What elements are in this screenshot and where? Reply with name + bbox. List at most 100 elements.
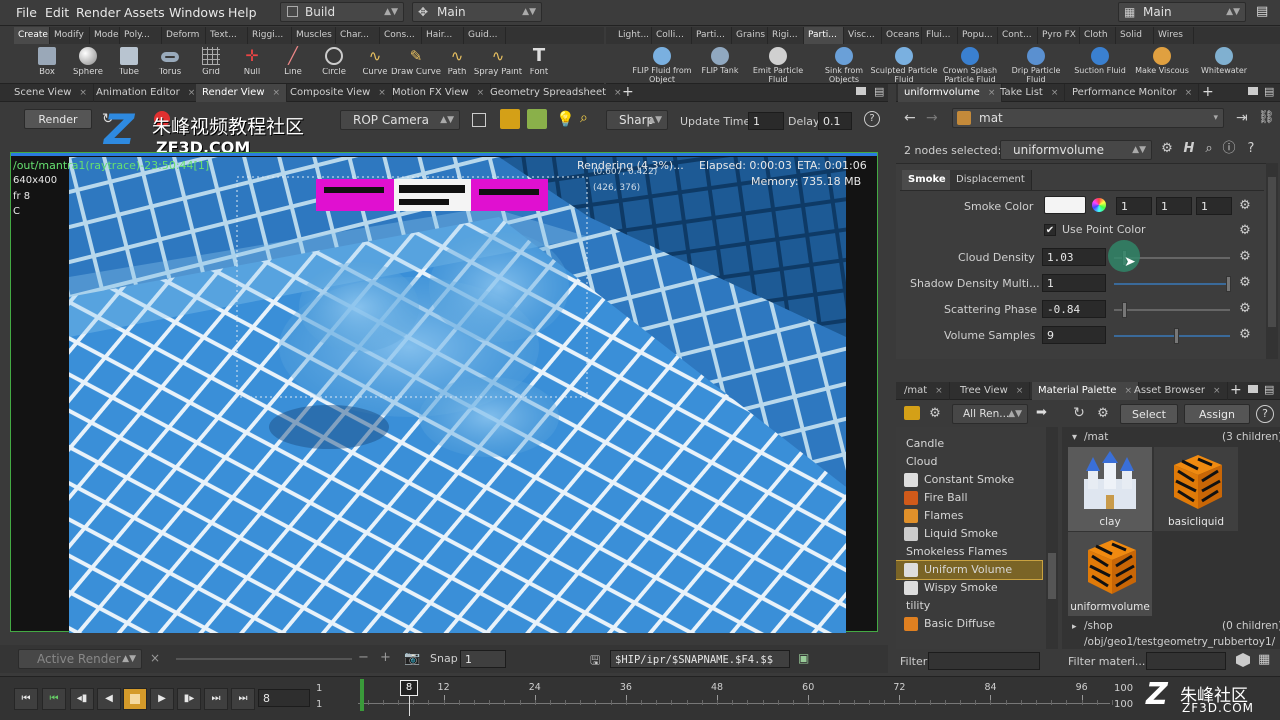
tool-box[interactable]: Box bbox=[26, 44, 68, 84]
category-candle[interactable]: Candle bbox=[896, 435, 1042, 453]
light-bulb-icon[interactable]: 💡 bbox=[556, 110, 575, 128]
material-item-fire-ball[interactable]: Fire Ball bbox=[896, 489, 1042, 507]
add-param-tab-icon[interactable]: + bbox=[1202, 84, 1214, 100]
camera-snapshot-icon[interactable]: 📷 bbox=[404, 651, 420, 666]
filter-dropdown[interactable]: Sharp ▲▼ bbox=[606, 110, 668, 130]
tab-motion-fx-view[interactable]: Motion FX View × bbox=[386, 84, 492, 102]
material-item-basic-diffuse[interactable]: Basic Diffuse bbox=[896, 615, 1042, 633]
preview-icon[interactable] bbox=[500, 109, 520, 129]
shelf-tab-muscles[interactable]: Muscles bbox=[292, 27, 336, 44]
tab-material-palette[interactable]: Material Palette × bbox=[1032, 382, 1139, 400]
shelf-tab2-wires-14[interactable]: Wires bbox=[1154, 27, 1194, 44]
end-frame-2[interactable]: 100 bbox=[1114, 699, 1133, 710]
delay-field[interactable]: 0.1 bbox=[818, 112, 852, 130]
tab-uniformvolume[interactable]: uniformvolume × bbox=[898, 84, 1003, 102]
snap-path-field[interactable]: $HIP/ipr/$SNAPNAME.$F4.$$ bbox=[610, 650, 790, 668]
tool2-drip-particle-fluid[interactable]: Drip Particle Fluid bbox=[1008, 44, 1064, 84]
material-item-wispy-smoke[interactable]: Wispy Smoke bbox=[896, 579, 1042, 597]
cube-view-icon[interactable] bbox=[1236, 653, 1250, 667]
renderer-filter-dropdown[interactable]: All Ren... ▲▼ bbox=[952, 404, 1028, 424]
jump-start-button[interactable]: ⏮ bbox=[14, 688, 38, 710]
pane-menu-icon-viewer[interactable]: ▤ bbox=[874, 85, 884, 98]
smoke-color-swatch[interactable] bbox=[1044, 196, 1086, 214]
menu-file[interactable]: File bbox=[16, 5, 37, 20]
plus-icon[interactable]: + bbox=[380, 650, 391, 665]
use-point-color-gear-icon[interactable]: ⚙ bbox=[1238, 224, 1252, 238]
shelf-tab2-oceans-7[interactable]: Oceans bbox=[882, 27, 922, 44]
tab-scene-view[interactable]: Scene View × bbox=[8, 84, 94, 102]
tab-render-view[interactable]: Render View × bbox=[196, 84, 288, 102]
shelf-tab-create[interactable]: Create bbox=[14, 27, 50, 44]
shelf-tab2-parti-5[interactable]: Parti... bbox=[804, 27, 844, 44]
palette-help-icon[interactable]: ? bbox=[1256, 405, 1274, 423]
render-button[interactable]: Render bbox=[24, 109, 92, 129]
tab-composite-view[interactable]: Composite View × bbox=[284, 84, 393, 102]
menu-help[interactable]: Help bbox=[228, 5, 257, 20]
color-wheel-icon[interactable] bbox=[1092, 198, 1106, 212]
help-h-icon[interactable]: H bbox=[1182, 142, 1196, 156]
menu-render[interactable]: Render bbox=[76, 5, 121, 20]
smoke-color-r[interactable]: 1 bbox=[1116, 197, 1152, 215]
palette-gear2-icon[interactable]: ⚙ bbox=[1096, 407, 1110, 421]
pin-icon[interactable]: ⇥ bbox=[1236, 110, 1248, 126]
playhead[interactable]: 8 bbox=[400, 680, 418, 696]
param-maximize-icon[interactable] bbox=[1248, 87, 1258, 95]
filter-input[interactable] bbox=[928, 652, 1040, 670]
tool-sphere[interactable]: Sphere bbox=[67, 44, 109, 84]
tab-take-list[interactable]: Take List × bbox=[994, 84, 1066, 102]
scattering-phase-slider[interactable] bbox=[1114, 302, 1230, 318]
cloud-density-field[interactable]: 1.03 bbox=[1042, 248, 1106, 266]
palette-pane-menu-icon[interactable]: ▤ bbox=[1264, 383, 1274, 396]
region-icon[interactable] bbox=[472, 113, 486, 127]
shelf-tab-guid[interactable]: Guid... bbox=[464, 27, 506, 44]
tool-circle[interactable]: Circle bbox=[313, 44, 355, 84]
render-region-icon[interactable] bbox=[527, 109, 547, 129]
category-cloud[interactable]: Cloud bbox=[896, 453, 1042, 471]
snap-field[interactable]: 1 bbox=[460, 650, 506, 668]
tab-tree-view[interactable]: Tree View × bbox=[954, 382, 1031, 400]
filter-materials-input[interactable] bbox=[1146, 652, 1226, 670]
snapshot-slider[interactable] bbox=[176, 658, 352, 660]
node-name-dropdown[interactable]: uniformvolume ▲▼ bbox=[1000, 140, 1152, 160]
material-basicliquid[interactable]: basicliquid bbox=[1154, 447, 1238, 531]
settings-gear-icon[interactable]: ⚙ bbox=[1160, 142, 1174, 156]
next-key-button[interactable]: ▮▸ bbox=[177, 688, 201, 710]
right-desktop-dropdown[interactable]: ▦ Main ▲▼ bbox=[1118, 2, 1246, 22]
back-arrow-icon[interactable]: ← bbox=[904, 110, 916, 126]
tool-path[interactable]: ∿ Path bbox=[436, 44, 478, 84]
play-button[interactable]: ▶ bbox=[150, 688, 174, 710]
link-icon[interactable]: ⛓ bbox=[1258, 110, 1275, 125]
category-tility[interactable]: tility bbox=[896, 597, 1042, 615]
start-frame-2[interactable]: 1 bbox=[316, 699, 322, 710]
update-time-field[interactable]: 1 bbox=[748, 112, 784, 130]
help-icon[interactable]: ? bbox=[864, 111, 880, 127]
category-smokeless-flames[interactable]: Smokeless Flames bbox=[896, 543, 1042, 561]
forward-arrow-icon[interactable]: → bbox=[926, 110, 938, 126]
load-icon[interactable]: ▣ bbox=[798, 651, 809, 665]
minus-icon[interactable]: − bbox=[358, 650, 369, 665]
add-tab-icon[interactable]: + bbox=[622, 84, 634, 100]
shelf-tab2-solid-13[interactable]: Solid bbox=[1116, 27, 1154, 44]
shelf-tab2-light-0[interactable]: Light... bbox=[614, 27, 652, 44]
tool2-emit-particle-fluid[interactable]: Emit Particle Fluid bbox=[750, 44, 806, 84]
tool-tube[interactable]: Tube bbox=[108, 44, 150, 84]
mat-expand-icon[interactable]: ▾ bbox=[1072, 432, 1077, 443]
shelf-tab2-cloth-12[interactable]: Cloth bbox=[1080, 27, 1116, 44]
grid-view-icon[interactable]: ▦ bbox=[1258, 652, 1270, 667]
material-item-uniform-volume[interactable]: Uniform Volume bbox=[896, 560, 1043, 580]
material-clay[interactable]: clay bbox=[1068, 447, 1152, 531]
tab-mat[interactable]: /mat × bbox=[898, 382, 950, 400]
shadow-density-gear-icon[interactable]: ⚙ bbox=[1238, 276, 1252, 290]
stop-button[interactable] bbox=[123, 688, 147, 710]
tool2-flip-tank[interactable]: FLIP Tank bbox=[692, 44, 748, 84]
shelf-tab-riggi[interactable]: Riggi... bbox=[248, 27, 292, 44]
scattering-phase-knob[interactable] bbox=[1122, 302, 1127, 318]
subtab-displacement[interactable]: Displacement bbox=[950, 170, 1032, 190]
tool2-flip-fluid-from-object[interactable]: FLIP Fluid from Object bbox=[632, 44, 692, 84]
scattering-phase-field[interactable]: -0.84 bbox=[1042, 300, 1106, 318]
shelf-tab2-popu-9[interactable]: Popu... bbox=[958, 27, 998, 44]
shelf-tab-text[interactable]: Text... bbox=[206, 27, 248, 44]
render-image[interactable] bbox=[69, 157, 846, 633]
node-path-dropdown[interactable]: mat ▾ bbox=[952, 108, 1224, 128]
tab-performance-monitor[interactable]: Performance Monitor × bbox=[1066, 84, 1200, 102]
